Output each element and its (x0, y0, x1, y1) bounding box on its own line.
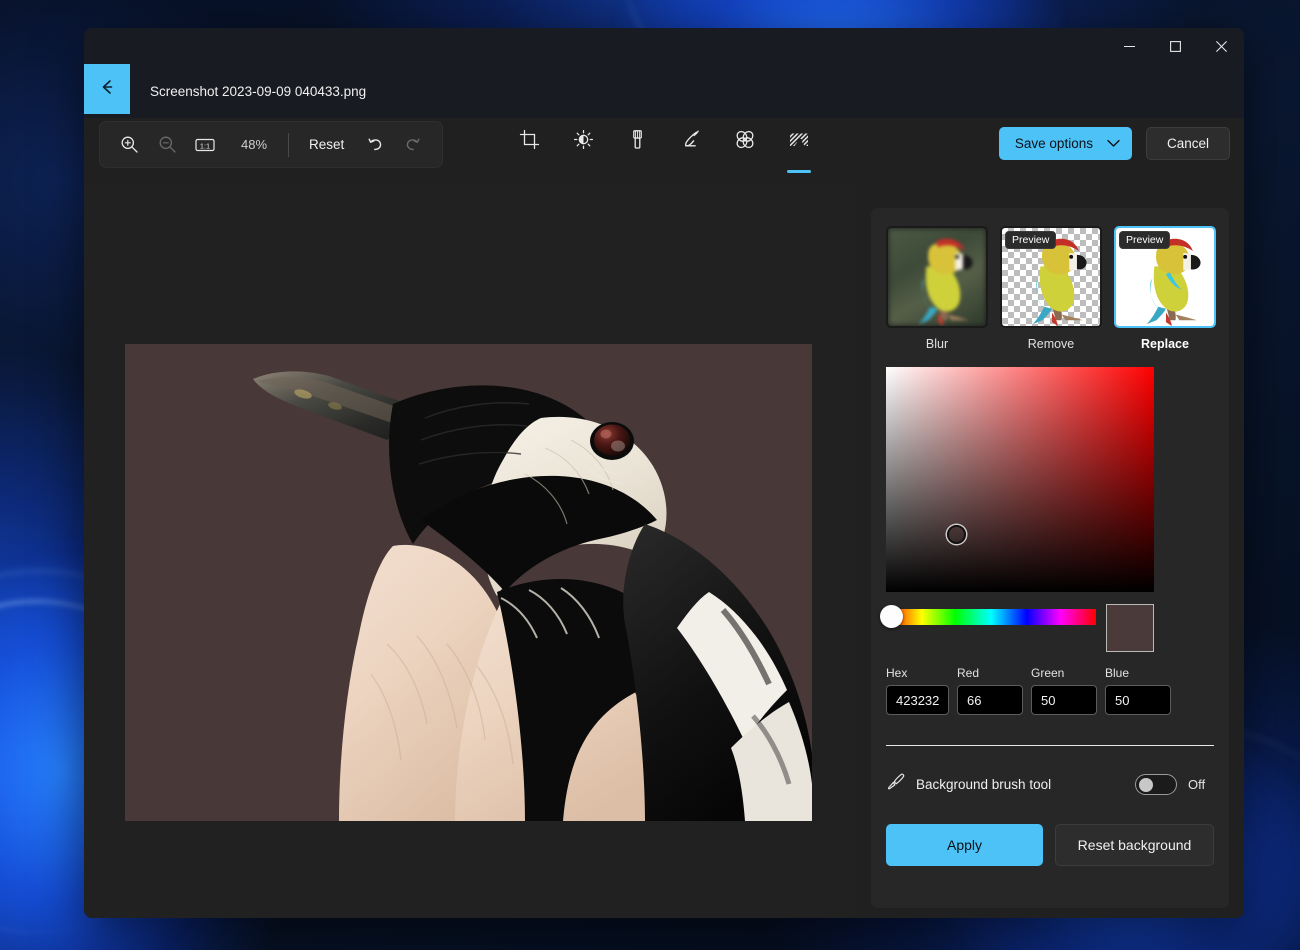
preset-remove-thumbnail: Preview (1000, 226, 1102, 328)
preset-blur-thumbnail (886, 226, 988, 328)
zoom-in-icon[interactable] (112, 128, 146, 162)
preset-remove[interactable]: Preview (1000, 226, 1102, 351)
tool-erase-indicator (733, 170, 757, 173)
green-input[interactable] (1031, 685, 1097, 715)
blue-field-group: Blue (1105, 666, 1171, 715)
preview-badge-replace: Preview (1119, 231, 1170, 249)
toolbar-actions: Save options Cancel (999, 127, 1230, 160)
background-panel: Blur Preview (855, 184, 1244, 918)
minimize-button[interactable] (1106, 28, 1152, 64)
cancel-button[interactable]: Cancel (1146, 127, 1230, 160)
background-brush-label: Background brush tool (916, 777, 1124, 792)
tool-crop[interactable] (509, 123, 549, 167)
color-preview-swatch (1106, 604, 1154, 652)
title-bar (84, 28, 1244, 64)
hue-row (886, 604, 1214, 652)
parrot-thumbnail-blur (888, 228, 986, 326)
green-field-group: Green (1031, 666, 1097, 715)
hue-slider[interactable] (886, 609, 1096, 625)
panel-divider (886, 745, 1214, 746)
tool-adjust[interactable] (563, 123, 603, 167)
background-panel-card: Blur Preview (871, 208, 1229, 908)
tool-erase-objects[interactable] (725, 123, 765, 167)
redo-icon[interactable] (396, 128, 430, 162)
hex-label: Hex (886, 666, 949, 680)
tool-background-indicator (787, 170, 811, 173)
tool-marker[interactable] (617, 123, 657, 167)
red-label: Red (957, 666, 1023, 680)
chevron-down-icon (1107, 136, 1120, 151)
background-brush-toggle[interactable] (1135, 774, 1177, 795)
preset-replace-label: Replace (1114, 337, 1216, 351)
tool-marker-indicator (625, 170, 649, 173)
image-canvas[interactable] (125, 344, 812, 821)
hex-input[interactable] (886, 685, 949, 715)
preset-remove-label: Remove (1000, 337, 1102, 351)
hue-slider-handle[interactable] (880, 605, 903, 628)
zoom-toolbar: 1:1 48% Reset (99, 121, 443, 168)
actual-size-icon[interactable]: 1:1 (188, 128, 222, 162)
tool-crop-indicator (517, 170, 541, 173)
background-brush-row: Background brush tool Off (886, 772, 1214, 796)
editor-body: Blur Preview (84, 184, 1244, 918)
header-bar: Screenshot 2023-09-09 040433.png (84, 64, 1244, 118)
close-button[interactable] (1198, 28, 1244, 64)
zoom-level-value: 48% (226, 137, 278, 152)
preview-badge-remove: Preview (1005, 231, 1056, 249)
edit-tools (509, 123, 819, 167)
tool-pen[interactable] (671, 123, 711, 167)
blue-label: Blue (1105, 666, 1171, 680)
tool-adjust-indicator (571, 170, 595, 173)
svg-text:1:1: 1:1 (200, 141, 210, 150)
save-options-button[interactable]: Save options (999, 127, 1132, 160)
preset-replace-thumbnail: Preview (1114, 226, 1216, 328)
red-field-group: Red (957, 666, 1023, 715)
preset-blur-label: Blur (886, 337, 988, 351)
back-arrow-icon (97, 77, 117, 102)
photos-editor-window: Screenshot 2023-09-09 040433.png (84, 28, 1244, 918)
edited-photo-woodpecker (125, 344, 812, 821)
preset-blur[interactable]: Blur (886, 226, 988, 351)
background-preset-list: Blur Preview (886, 226, 1214, 351)
green-label: Green (1031, 666, 1097, 680)
background-action-buttons: Apply Reset background (886, 824, 1214, 866)
save-options-label: Save options (1015, 136, 1093, 151)
hex-field-group: Hex (886, 666, 949, 715)
undo-icon[interactable] (358, 128, 392, 162)
back-button[interactable] (84, 64, 130, 114)
toolbar-row: 1:1 48% Reset (84, 118, 1244, 184)
apply-button[interactable]: Apply (886, 824, 1043, 866)
background-brush-state: Off (1188, 777, 1214, 792)
toggle-knob (1139, 778, 1153, 792)
window-controls (1106, 28, 1244, 64)
red-input[interactable] (957, 685, 1023, 715)
maximize-button[interactable] (1152, 28, 1198, 64)
preset-replace[interactable]: Preview (1114, 226, 1216, 351)
toolbar-divider (288, 133, 289, 157)
canvas-area (84, 184, 855, 918)
saturation-value-picker[interactable] (886, 367, 1154, 592)
file-title: Screenshot 2023-09-09 040433.png (150, 84, 366, 99)
blue-input[interactable] (1105, 685, 1171, 715)
reset-zoom-button[interactable]: Reset (299, 131, 354, 158)
tool-background[interactable] (779, 123, 819, 167)
zoom-out-icon[interactable] (150, 128, 184, 162)
tool-pen-indicator (679, 170, 703, 173)
color-value-fields: Hex Red Green Blue (886, 666, 1214, 715)
brush-icon (886, 772, 905, 796)
reset-background-button[interactable]: Reset background (1055, 824, 1214, 866)
saturation-value-handle[interactable] (947, 525, 966, 544)
